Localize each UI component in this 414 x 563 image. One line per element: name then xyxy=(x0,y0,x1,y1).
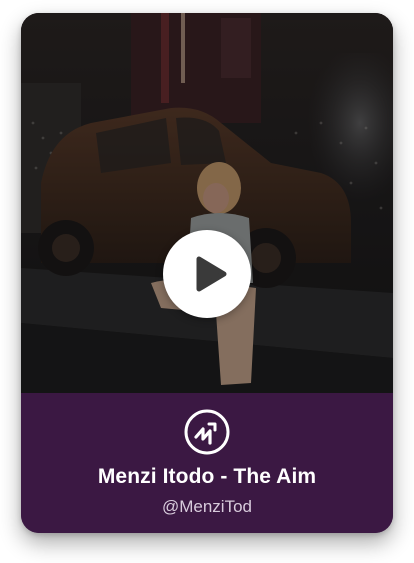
audiomack-logo-icon[interactable] xyxy=(182,407,232,457)
play-icon xyxy=(196,256,227,292)
play-button[interactable] xyxy=(163,230,251,318)
image-overlay xyxy=(21,13,393,393)
track-info: Menzi Itodo - The Aim @MenziTod xyxy=(21,393,393,533)
artist-handle[interactable]: @MenziTod xyxy=(21,497,393,517)
media-card[interactable]: Menzi Itodo - The Aim @MenziTod xyxy=(21,13,393,533)
cover-image[interactable] xyxy=(21,13,393,393)
track-title[interactable]: Menzi Itodo - The Aim xyxy=(21,465,393,489)
